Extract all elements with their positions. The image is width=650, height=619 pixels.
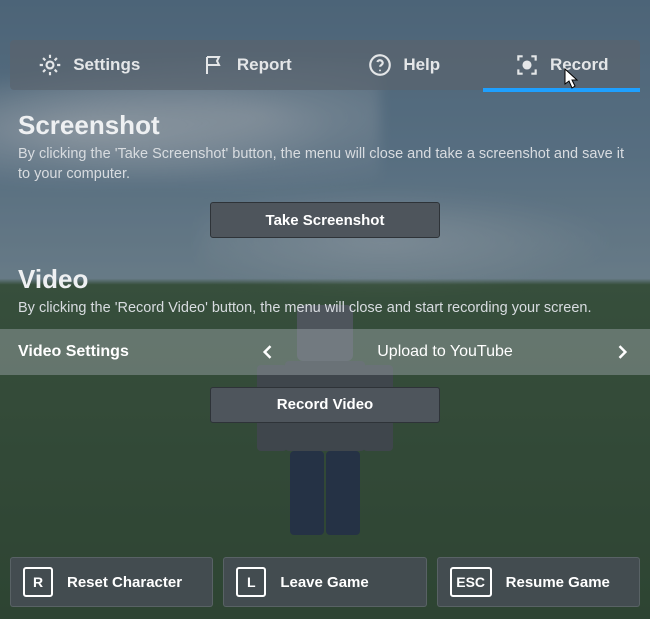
key-esc-icon: ESC	[450, 567, 492, 597]
reset-character-button[interactable]: R Reset Character	[10, 557, 213, 607]
video-settings-row: Video Settings Upload to YouTube	[0, 329, 650, 375]
video-title: Video	[18, 264, 632, 295]
tab-record[interactable]: Record	[483, 40, 641, 90]
chevron-right-icon[interactable]	[612, 342, 632, 362]
flag-icon	[201, 52, 227, 78]
screenshot-title: Screenshot	[18, 110, 632, 141]
help-icon	[367, 52, 393, 78]
leave-game-button[interactable]: L Leave Game	[223, 557, 426, 607]
tab-settings[interactable]: Settings	[10, 40, 168, 90]
bottom-bar: R Reset Character L Leave Game ESC Resum…	[10, 557, 640, 607]
tab-label: Help	[403, 55, 440, 75]
take-screenshot-button[interactable]: Take Screenshot	[210, 202, 440, 238]
button-label: Leave Game	[280, 574, 368, 591]
chevron-left-icon[interactable]	[258, 342, 278, 362]
video-settings-value: Upload to YouTube	[377, 343, 513, 361]
record-frame-icon	[514, 52, 540, 78]
key-l-icon: L	[236, 567, 266, 597]
video-desc: By clicking the 'Record Video' button, t…	[18, 299, 632, 319]
tab-label: Report	[237, 55, 292, 75]
tab-report[interactable]: Report	[168, 40, 326, 90]
resume-game-button[interactable]: ESC Resume Game	[437, 557, 640, 607]
video-settings-label: Video Settings	[18, 343, 258, 361]
tab-label: Settings	[73, 55, 140, 75]
gear-icon	[37, 52, 63, 78]
button-label: Reset Character	[67, 574, 182, 591]
key-r-icon: R	[23, 567, 53, 597]
record-video-button[interactable]: Record Video	[210, 387, 440, 423]
tab-help[interactable]: Help	[325, 40, 483, 90]
button-label: Resume Game	[506, 574, 610, 591]
tab-label: Record	[550, 55, 609, 75]
screenshot-desc: By clicking the 'Take Screenshot' button…	[18, 145, 632, 184]
record-panel: Screenshot By clicking the 'Take Screens…	[18, 100, 632, 423]
menu-tabbar: Settings Report Help Record	[10, 40, 640, 90]
